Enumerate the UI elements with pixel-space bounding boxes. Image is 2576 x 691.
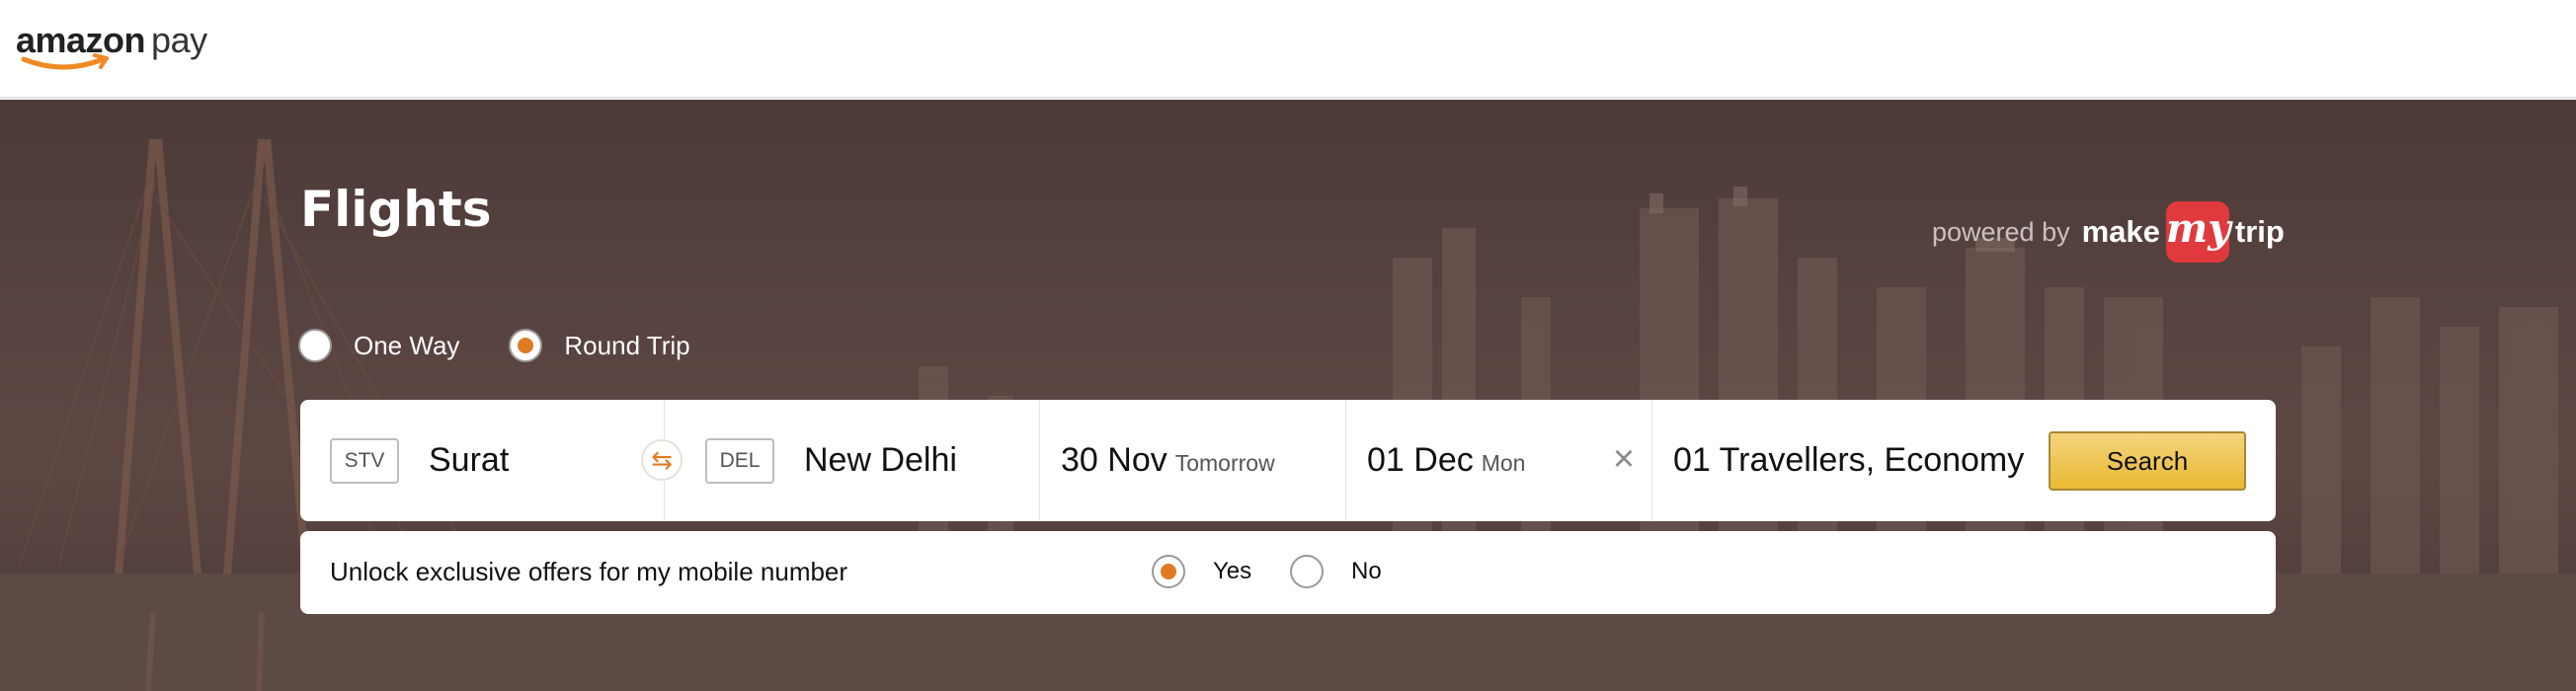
from-city: Surat bbox=[429, 441, 510, 479]
trip-type-label: One Way bbox=[354, 330, 460, 360]
to-field[interactable]: DEL New Delhi bbox=[705, 400, 957, 521]
trip-type-label: Round Trip bbox=[564, 330, 690, 360]
radio-no[interactable] bbox=[1290, 555, 1324, 588]
offers-option-label: Yes bbox=[1213, 558, 1252, 584]
offers-option-label: No bbox=[1351, 558, 1382, 584]
divider bbox=[1345, 400, 1346, 521]
travellers-field[interactable]: 01 Travellers, Economy bbox=[1673, 400, 2024, 521]
to-city: New Delhi bbox=[804, 441, 957, 479]
radio-one-way[interactable] bbox=[298, 329, 332, 362]
travellers-class: 01 Travellers, Economy bbox=[1673, 441, 2025, 479]
trip-type-one-way[interactable]: One Way bbox=[298, 329, 459, 362]
trip-type-round-trip[interactable]: Round Trip bbox=[509, 329, 690, 362]
to-airport-code: DEL bbox=[705, 437, 774, 484]
departure-date-field[interactable]: 30 Nov Tomorrow bbox=[1061, 400, 1275, 521]
makemytrip-my: my bbox=[2165, 201, 2230, 263]
from-airport-code: STV bbox=[330, 437, 399, 484]
offers-option-yes[interactable]: Yes bbox=[1152, 555, 1251, 588]
powered-by-text: powered by bbox=[1932, 216, 2070, 247]
radio-round-trip[interactable] bbox=[509, 329, 543, 362]
mobile-offers-bar: Unlock exclusive offers for my mobile nu… bbox=[300, 531, 2276, 614]
search-button[interactable]: Search bbox=[2049, 431, 2246, 491]
offers-option-no[interactable]: No bbox=[1290, 555, 1382, 588]
trip-type-selector: One Way Round Trip bbox=[298, 329, 740, 362]
departure-date: 30 Nov Tomorrow bbox=[1061, 441, 1275, 480]
top-bar: amazon pay bbox=[0, 0, 2576, 99]
powered-by-makemytrip: powered by make my trip bbox=[1932, 200, 2285, 264]
divider bbox=[1651, 400, 1652, 521]
divider bbox=[1039, 400, 1040, 521]
departure-date-value: 30 Nov bbox=[1061, 441, 1167, 479]
smile-arrow-icon bbox=[21, 53, 109, 70]
return-day: Mon bbox=[1481, 450, 1526, 476]
from-field[interactable]: STV Surat bbox=[330, 400, 509, 521]
return-date: 01 Dec Mon bbox=[1367, 441, 1525, 480]
makemytrip-trip: trip bbox=[2234, 214, 2285, 249]
logo-suffix: pay bbox=[151, 20, 207, 60]
departure-day: Tomorrow bbox=[1174, 450, 1275, 476]
offers-label: Unlock exclusive offers for my mobile nu… bbox=[330, 557, 848, 586]
swap-arrows-icon[interactable]: ⇆ bbox=[641, 439, 683, 481]
close-icon[interactable]: × bbox=[1604, 439, 1644, 479]
radio-yes[interactable] bbox=[1152, 555, 1185, 588]
page-title: Flights bbox=[300, 181, 492, 238]
flight-search-box: STV Surat ⇆ DEL New Delhi 30 Nov Tomorrow… bbox=[300, 400, 2276, 521]
return-date-value: 01 Dec bbox=[1367, 441, 1474, 479]
return-date-field[interactable]: 01 Dec Mon bbox=[1367, 400, 1525, 521]
radio-selected-dot bbox=[1161, 564, 1176, 579]
radio-selected-dot bbox=[518, 338, 534, 353]
makemytrip-make: make bbox=[2081, 214, 2160, 249]
